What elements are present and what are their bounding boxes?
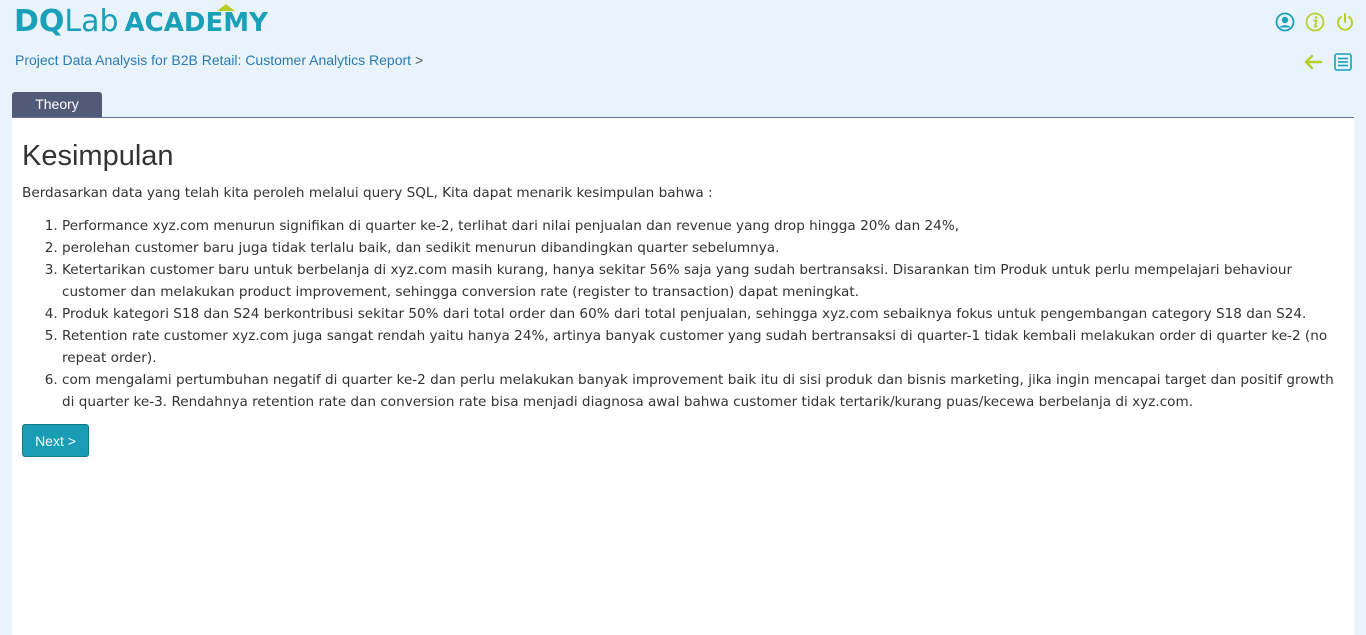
back-arrow-icon[interactable]: [1302, 51, 1324, 73]
list-item: Performance xyz.com menurun signifikan d…: [62, 215, 1342, 237]
graduation-cap-icon: [216, 4, 235, 11]
content-panel: Kesimpulan Berdasarkan data yang telah k…: [12, 118, 1354, 635]
dqlab-academy-logo[interactable]: DQLab ACADEMY: [14, 3, 268, 42]
info-icon[interactable]: [1304, 11, 1326, 33]
logo-dq: DQ: [14, 4, 65, 39]
tab-theory[interactable]: Theory: [12, 92, 102, 117]
conclusion-list: Performance xyz.com menurun signifikan d…: [22, 215, 1342, 413]
tab-bar: Theory: [12, 92, 1354, 118]
top-icon-bar: [1274, 11, 1356, 33]
logo-lab: Lab: [64, 4, 119, 39]
list-item: Produk kategori S18 dan S24 berkontribus…: [62, 303, 1342, 325]
breadcrumb-project-link[interactable]: Project Data Analysis for B2B Retail: Cu…: [15, 52, 411, 68]
intro-text: Berdasarkan data yang telah kita peroleh…: [22, 185, 713, 201]
logo-academy: ACADEMY: [124, 4, 268, 38]
user-icon[interactable]: [1274, 11, 1296, 33]
logo-academy-text: ACADEMY: [124, 8, 268, 38]
nav-icon-bar: [1302, 51, 1354, 73]
app-header: DQLab ACADEMY Project Data Analysis for B…: [0, 0, 1366, 90]
list-item: Retention rate customer xyz.com juga san…: [62, 325, 1342, 369]
breadcrumb-separator: >: [414, 52, 424, 68]
menu-list-icon[interactable]: [1332, 51, 1354, 73]
list-item: Ketertarikan customer baru untuk berbela…: [62, 259, 1342, 303]
next-button[interactable]: Next >: [22, 424, 89, 457]
list-item: perolehan customer baru juga tidak terla…: [62, 237, 1342, 259]
page-title: Kesimpulan: [22, 140, 174, 172]
power-icon[interactable]: [1334, 11, 1356, 33]
breadcrumb: Project Data Analysis for B2B Retail: Cu…: [15, 52, 423, 68]
list-item: com mengalami pertumbuhan negatif di qua…: [62, 369, 1342, 413]
